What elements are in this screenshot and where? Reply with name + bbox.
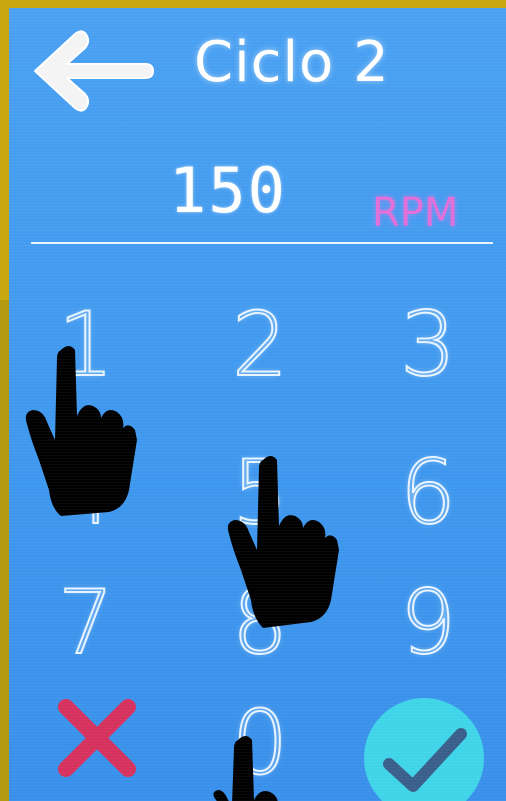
- key-label: 9: [399, 570, 457, 675]
- back-button[interactable]: [27, 26, 157, 116]
- cancel-button[interactable]: [52, 693, 142, 783]
- key-label: 2: [231, 292, 289, 397]
- close-x-icon: [58, 699, 136, 777]
- key-label: 3: [399, 292, 457, 397]
- divider-line: [31, 242, 493, 244]
- confirm-button[interactable]: [361, 696, 487, 801]
- page-title: Ciclo 2: [194, 30, 390, 95]
- device-bezel-edge: [0, 300, 9, 801]
- key-9[interactable]: 9: [373, 568, 483, 678]
- touch-screen: Ciclo 2 150 RPM 1 2 3 4 5 6 7 8 9 0: [9, 8, 506, 801]
- value-display: 150: [169, 154, 287, 227]
- arrow-left-icon: [34, 30, 154, 112]
- key-7[interactable]: 7: [31, 568, 141, 678]
- key-label: 7: [57, 570, 115, 675]
- checkmark-icon: [364, 698, 484, 801]
- unit-label: RPM: [372, 190, 459, 236]
- key-4[interactable]: 4: [31, 438, 141, 548]
- key-1[interactable]: 1: [31, 290, 141, 400]
- key-0[interactable]: 0: [205, 688, 315, 798]
- key-8[interactable]: 8: [205, 568, 315, 678]
- key-5[interactable]: 5: [205, 438, 315, 548]
- key-label: 5: [231, 440, 289, 545]
- key-2[interactable]: 2: [205, 290, 315, 400]
- key-label: 6: [399, 440, 457, 545]
- key-label: 1: [57, 292, 115, 397]
- key-3[interactable]: 3: [373, 290, 483, 400]
- key-label: 8: [231, 570, 289, 675]
- key-6[interactable]: 6: [373, 438, 483, 548]
- key-label: 4: [57, 440, 115, 545]
- key-label: 0: [231, 690, 289, 795]
